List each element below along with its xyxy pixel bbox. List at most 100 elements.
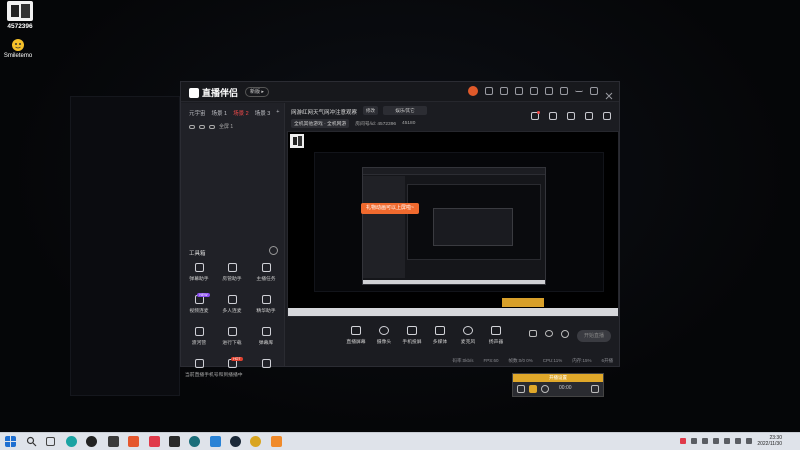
tool-download2[interactable]: [251, 359, 281, 371]
search-icon[interactable]: [26, 436, 37, 447]
source-item[interactable]: 全屏 1: [189, 123, 233, 130]
more-icon[interactable]: [269, 246, 278, 255]
hot-badge: HOT: [231, 357, 243, 361]
desktop-icon-emoji[interactable]: Smiletemo: [0, 38, 36, 59]
app-icon-teal[interactable]: [189, 436, 200, 447]
tab-scene-3[interactable]: 场景 3: [255, 109, 271, 117]
category-select[interactable]: 娱乐/其它: [383, 106, 427, 115]
stream-header: 网游红网天气网冲注意观察 修改 娱乐/其它 全机其他游戏 · 全机网游 房间号/…: [287, 103, 619, 130]
record-icon[interactable]: [529, 330, 537, 337]
tool-box[interactable]: [184, 359, 214, 371]
tab-scene-1[interactable]: 场景 1: [212, 109, 228, 117]
status-memory: 内存:15%: [572, 358, 592, 363]
tool-danmaku[interactable]: 弹幕助手: [184, 263, 214, 282]
tab-scene-2[interactable]: 场景 2: [233, 109, 249, 117]
desktop-icon-app[interactable]: 4572396: [2, 0, 38, 30]
edge-icon[interactable]: [66, 436, 77, 447]
network-icon[interactable]: [735, 438, 742, 444]
status-bar: 码率:0kb/s FPS:60 帧数:0/0 0% CPU:11% 内存:15%…: [287, 356, 619, 366]
lock-icon[interactable]: [199, 124, 205, 129]
volume-icon[interactable]: [746, 438, 753, 444]
app-icon-yellow[interactable]: [250, 436, 261, 447]
close-icon[interactable]: [605, 87, 613, 100]
refresh-icon[interactable]: [500, 87, 508, 95]
chat-icon[interactable]: [530, 87, 538, 95]
tray-app3-icon[interactable]: [702, 438, 709, 444]
share-icon[interactable]: [567, 112, 575, 120]
qq-icon[interactable]: [86, 436, 97, 447]
task-view-icon[interactable]: [46, 437, 55, 446]
tool-multi-link[interactable]: 多人连麦: [217, 295, 247, 314]
headset-icon[interactable]: [485, 87, 493, 95]
mini-close-icon[interactable]: [591, 385, 599, 393]
tab-metaverse[interactable]: 元宇宙: [189, 109, 206, 117]
notification-icon[interactable]: [531, 111, 540, 120]
tool-gift[interactable]: HOT: [217, 357, 247, 371]
mini-panel-title[interactable]: 开播设置: [513, 374, 603, 382]
tool-tasks[interactable]: 主播任务: [251, 263, 281, 282]
settings-icon[interactable]: [603, 112, 611, 120]
screen-icon[interactable]: [529, 385, 537, 393]
tag-chip[interactable]: 全机其他游戏 · 全机网游: [291, 119, 350, 128]
maximize-icon[interactable]: [590, 87, 598, 95]
keyboard-icon[interactable]: [724, 438, 731, 444]
app-icon-orange[interactable]: [128, 436, 139, 447]
minimize-icon[interactable]: [575, 87, 583, 92]
room-id: 房间号/id: 4572396: [355, 122, 397, 127]
go-live-button[interactable]: 开始直播: [577, 330, 611, 342]
bell-icon[interactable]: [585, 112, 593, 120]
highlight-icon: [261, 295, 271, 304]
layout-icon[interactable]: [545, 87, 553, 95]
video-link-icon: NEW: [194, 293, 210, 304]
screen-share-button[interactable]: 直播屏幕: [341, 326, 371, 345]
lock-icon[interactable]: [549, 112, 557, 120]
eye-icon[interactable]: [189, 124, 195, 129]
download-icon: [227, 327, 237, 336]
camera-button[interactable]: 摄像头: [369, 326, 399, 345]
scene-tabs: 元宇宙 场景 1 场景 2 场景 3 +: [181, 103, 284, 117]
windows-start-icon[interactable]: [5, 436, 16, 447]
gear-icon[interactable]: [561, 330, 569, 338]
phone-cast-button[interactable]: 手机投屏: [397, 326, 427, 345]
avatar[interactable]: [468, 86, 478, 96]
live-companion-taskbar-icon[interactable]: [271, 436, 282, 447]
header-actions: [531, 111, 611, 120]
tool-room-manager[interactable]: 房管助手: [217, 263, 247, 282]
stream-preview[interactable]: [287, 131, 619, 317]
tool-video-link[interactable]: NEW 视频连麦: [184, 293, 214, 314]
tray-app-icon[interactable]: [680, 438, 687, 444]
media-button[interactable]: 多媒体: [425, 326, 455, 345]
app-icon-red[interactable]: [149, 436, 160, 447]
status-bitrate: 码率:0kb/s: [452, 358, 474, 363]
tool-calendar[interactable]: 弹幕库: [251, 327, 281, 346]
microphone-button[interactable]: 麦克风: [453, 326, 483, 345]
microphone-icon[interactable]: [713, 438, 720, 444]
desktop-icon-label: Smiletemo: [3, 53, 33, 59]
edit-title-button[interactable]: 修改: [363, 106, 378, 115]
gift-icon[interactable]: [515, 87, 523, 95]
chat-icon[interactable]: [517, 385, 525, 393]
speaker-button[interactable]: 扬声器: [481, 326, 511, 345]
eye-icon[interactable]: [545, 330, 553, 337]
clock[interactable]: 23:30 2022/11/30: [757, 435, 800, 447]
tool-screen[interactable]: 渡河营: [184, 327, 214, 346]
tool-label: 多人连麦: [222, 309, 242, 314]
tool-download[interactable]: 进行下载: [217, 327, 247, 346]
control-label: 直播屏幕: [346, 340, 366, 345]
app-icon-dark[interactable]: [169, 436, 180, 447]
app-icon-ie[interactable]: [210, 436, 221, 447]
gift-icon: HOT: [227, 357, 243, 368]
steam-icon[interactable]: [230, 436, 241, 447]
tray-app2-icon[interactable]: [691, 438, 698, 444]
tool-highlight[interactable]: 精华助手: [251, 295, 281, 314]
add-scene-button[interactable]: +: [276, 109, 279, 117]
app-icon-g[interactable]: [108, 436, 119, 447]
gift-toast[interactable]: 礼物动画可以上屏啦~: [361, 203, 419, 214]
sidebar-footer: 当前直播手机号和到播播中: [185, 373, 243, 378]
tool-label: 主播任务: [256, 277, 276, 282]
preview-taskbar: [288, 308, 618, 316]
microphone-icon[interactable]: [541, 385, 549, 393]
version-badge[interactable]: 新版 ▸: [245, 87, 269, 97]
menu-icon[interactable]: [560, 87, 568, 95]
system-tray: 23:30 2022/11/30: [680, 435, 800, 447]
